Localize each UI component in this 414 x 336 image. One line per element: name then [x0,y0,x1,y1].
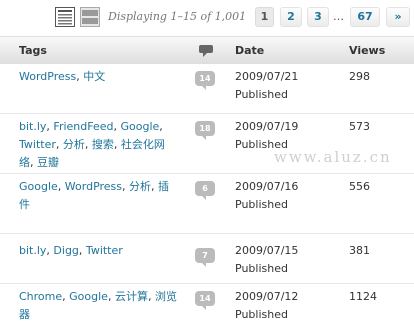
column-header-date[interactable]: Date [235,44,264,57]
comment-count-bubble[interactable]: 14 [195,291,215,310]
comment-count-bubble[interactable]: 7 [195,248,215,267]
tag-list: Google, WordPress, 分析, 插件 [19,180,170,211]
table-row: Google, WordPress, 分析, 插件 6 2009/07/16 P… [0,174,414,234]
tag-link[interactable]: 中文 [83,70,105,83]
post-date: 2009/07/12 [235,290,299,303]
post-status: Published [235,308,288,321]
page-link[interactable]: 3 [307,7,329,27]
comment-count-bubble[interactable]: 14 [195,71,215,90]
date-cell: 2009/07/16 Published [235,178,298,214]
comments-column-icon[interactable] [199,45,213,57]
tag-link[interactable]: WordPress [65,180,122,193]
table-row: Chrome, Google, 云计算, 浏览器 14 2009/07/12 P… [0,284,414,336]
excerpt-view-icon[interactable] [80,7,100,27]
table-row: WordPress, 中文 14 2009/07/21 Published 29… [0,64,414,114]
tag-link[interactable]: Twitter [86,244,123,257]
displaying-count: Displaying 1–15 of 1,001 [108,10,247,23]
column-header-tags[interactable]: Tags [19,44,47,57]
tag-list: bit.ly, Digg, Twitter [19,244,123,257]
post-date: 2009/07/19 [235,120,299,133]
page-ellipsis: … [333,10,344,23]
tag-link[interactable]: 豆瓣 [37,156,59,169]
tag-link[interactable]: Google [121,120,160,133]
view-count: 556 [349,180,370,193]
next-page-button[interactable]: » [386,7,410,27]
comment-count-bubble[interactable]: 6 [195,181,215,200]
tag-link[interactable]: bit.ly [19,120,46,133]
tag-link[interactable]: 云计算 [115,290,148,303]
tag-link[interactable]: Google [69,290,108,303]
date-cell: 2009/07/21 Published [235,68,298,104]
tag-link[interactable]: 搜索 [92,138,114,151]
date-cell: 2009/07/12 Published [235,288,298,324]
page-link-last[interactable]: 67 [350,7,380,27]
view-count: 573 [349,120,370,133]
tag-list: WordPress, 中文 [19,70,106,83]
post-date: 2009/07/16 [235,180,299,193]
tag-link[interactable]: Google [19,180,58,193]
tag-link[interactable]: WordPress [19,70,76,83]
view-count: 298 [349,70,370,83]
column-header-views[interactable]: Views [349,44,385,57]
tag-link[interactable]: FriendFeed [53,120,113,133]
tag-link[interactable]: bit.ly [19,244,46,257]
list-view-icon[interactable] [55,7,75,27]
view-count: 1124 [349,290,377,303]
tag-list: bit.ly, FriendFeed, Google, Twitter, 分析,… [19,120,165,169]
post-status: Published [235,262,288,275]
post-status: Published [235,198,288,211]
page-link-current: 1 [255,7,274,27]
tag-list: Chrome, Google, 云计算, 浏览器 [19,290,177,321]
page-link[interactable]: 2 [280,7,302,27]
tag-link[interactable]: Chrome [19,290,62,303]
table-row: bit.ly, Digg, Twitter 7 2009/07/15 Publi… [0,234,414,284]
tag-link[interactable]: Digg [53,244,79,257]
date-cell: 2009/07/15 Published [235,242,298,278]
post-date: 2009/07/15 [235,244,299,257]
post-status: Published [235,88,288,101]
watermark: www.aluz.cn [274,148,392,166]
tablenav: Displaying 1–15 of 1,001 1 2 3 … 67 » [0,0,414,36]
tag-link[interactable]: Twitter [19,138,56,151]
tag-link[interactable]: 分析 [129,180,151,193]
comment-count-bubble[interactable]: 18 [195,121,215,140]
view-count: 381 [349,244,370,257]
table-header: Tags Date Views [0,36,414,64]
post-date: 2009/07/21 [235,70,299,83]
tag-link[interactable]: 分析 [63,138,85,151]
